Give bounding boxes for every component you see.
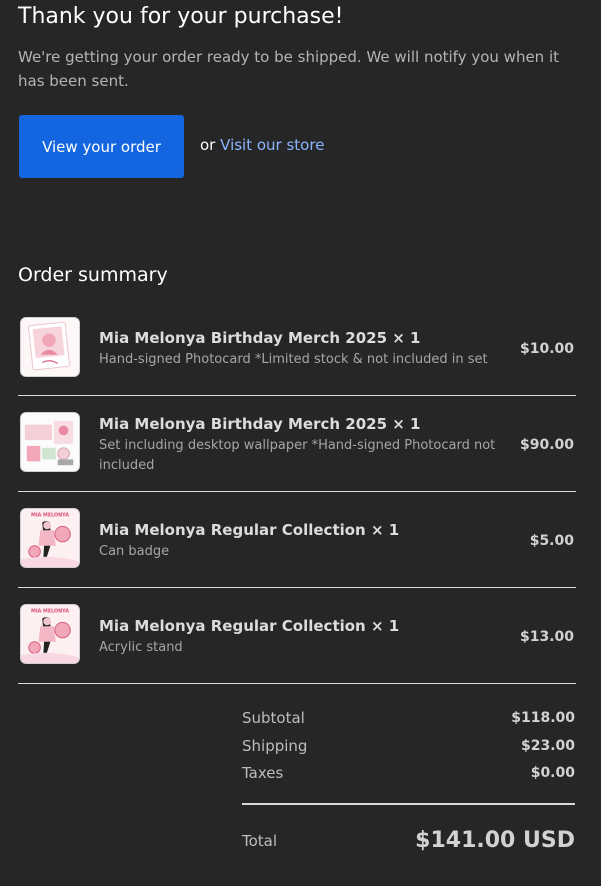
order-summary-title: Order summary — [18, 264, 168, 286]
acrylic-stand-thumbnail-image: MIA MELONYA — [21, 605, 79, 663]
item-info: Mia Melonya Regular Collection × 1 Acryl… — [99, 616, 499, 658]
can-badge-thumbnail-image: MIA MELONYA — [21, 509, 79, 567]
order-confirmation-page: Thank you for your purchase! We're getti… — [0, 0, 601, 886]
item-info: Mia Melonya Birthday Merch 2025 × 1 Set … — [99, 414, 499, 476]
item-description: Can badge — [99, 544, 170, 559]
thumbnail-brand-text: MIA MELONYA — [31, 513, 69, 519]
item-description: Set including desktop wallpaper *Hand-si… — [99, 438, 496, 473]
order-item: MIA MELONYA Mia Melonya Regular Collecti… — [18, 588, 576, 684]
photocard-thumbnail — [20, 317, 80, 377]
subtotal-label: Subtotal — [242, 709, 305, 727]
item-name: Mia Melonya Birthday Merch 2025 × 1 — [99, 415, 421, 433]
totals-divider — [242, 803, 575, 805]
page-title: Thank you for your purchase! — [18, 4, 344, 29]
item-name: Mia Melonya Regular Collection × 1 — [99, 521, 400, 539]
taxes-label: Taxes — [242, 764, 284, 782]
order-item: Mia Melonya Birthday Merch 2025 × 1 Set … — [18, 396, 576, 492]
taxes-row: Taxes $0.00 — [242, 764, 575, 782]
item-info: Mia Melonya Regular Collection × 1 Can b… — [99, 520, 499, 562]
shipping-label: Shipping — [242, 737, 308, 755]
store-link-row: or Visit our store — [200, 136, 324, 154]
item-description: Acrylic stand — [99, 640, 183, 655]
order-item: MIA MELONYA Mia Melonya Regular Collecti… — [18, 492, 576, 588]
thumbnail-brand-text: MIA MELONYA — [31, 609, 69, 615]
total-row: Total $141.00 USD — [242, 828, 575, 853]
item-price: $5.00 — [529, 533, 574, 549]
subtotal-value: $118.00 — [511, 710, 575, 726]
total-value: $141.00 USD — [415, 828, 575, 853]
or-text: or — [200, 136, 216, 154]
item-price: $10.00 — [519, 341, 574, 357]
order-item: Mia Melonya Birthday Merch 2025 × 1 Hand… — [18, 300, 576, 396]
item-description: Hand-signed Photocard *Limited stock & n… — [99, 352, 488, 367]
subtotal-row: Subtotal $118.00 — [242, 709, 575, 727]
page-subtitle: We're getting your order ready to be shi… — [18, 48, 560, 90]
visit-store-link[interactable]: Visit our store — [220, 136, 324, 154]
taxes-value: $0.00 — [530, 765, 575, 781]
merch-set-thumbnail-image — [21, 413, 79, 471]
shipping-value: $23.00 — [520, 738, 575, 754]
merch-set-thumbnail — [20, 412, 80, 472]
item-info: Mia Melonya Birthday Merch 2025 × 1 Hand… — [99, 328, 499, 370]
order-items-list: Mia Melonya Birthday Merch 2025 × 1 Hand… — [18, 300, 576, 684]
photocard-thumbnail-image — [21, 318, 79, 376]
can-badge-thumbnail: MIA MELONYA — [20, 508, 80, 568]
item-name: Mia Melonya Regular Collection × 1 — [99, 617, 400, 635]
shipping-row: Shipping $23.00 — [242, 737, 575, 755]
item-price: $13.00 — [519, 629, 574, 645]
acrylic-stand-thumbnail: MIA MELONYA — [20, 604, 80, 664]
total-label: Total — [242, 831, 278, 850]
view-order-button[interactable]: View your order — [19, 115, 184, 178]
item-name: Mia Melonya Birthday Merch 2025 × 1 — [99, 329, 421, 347]
item-price: $90.00 — [519, 437, 574, 453]
